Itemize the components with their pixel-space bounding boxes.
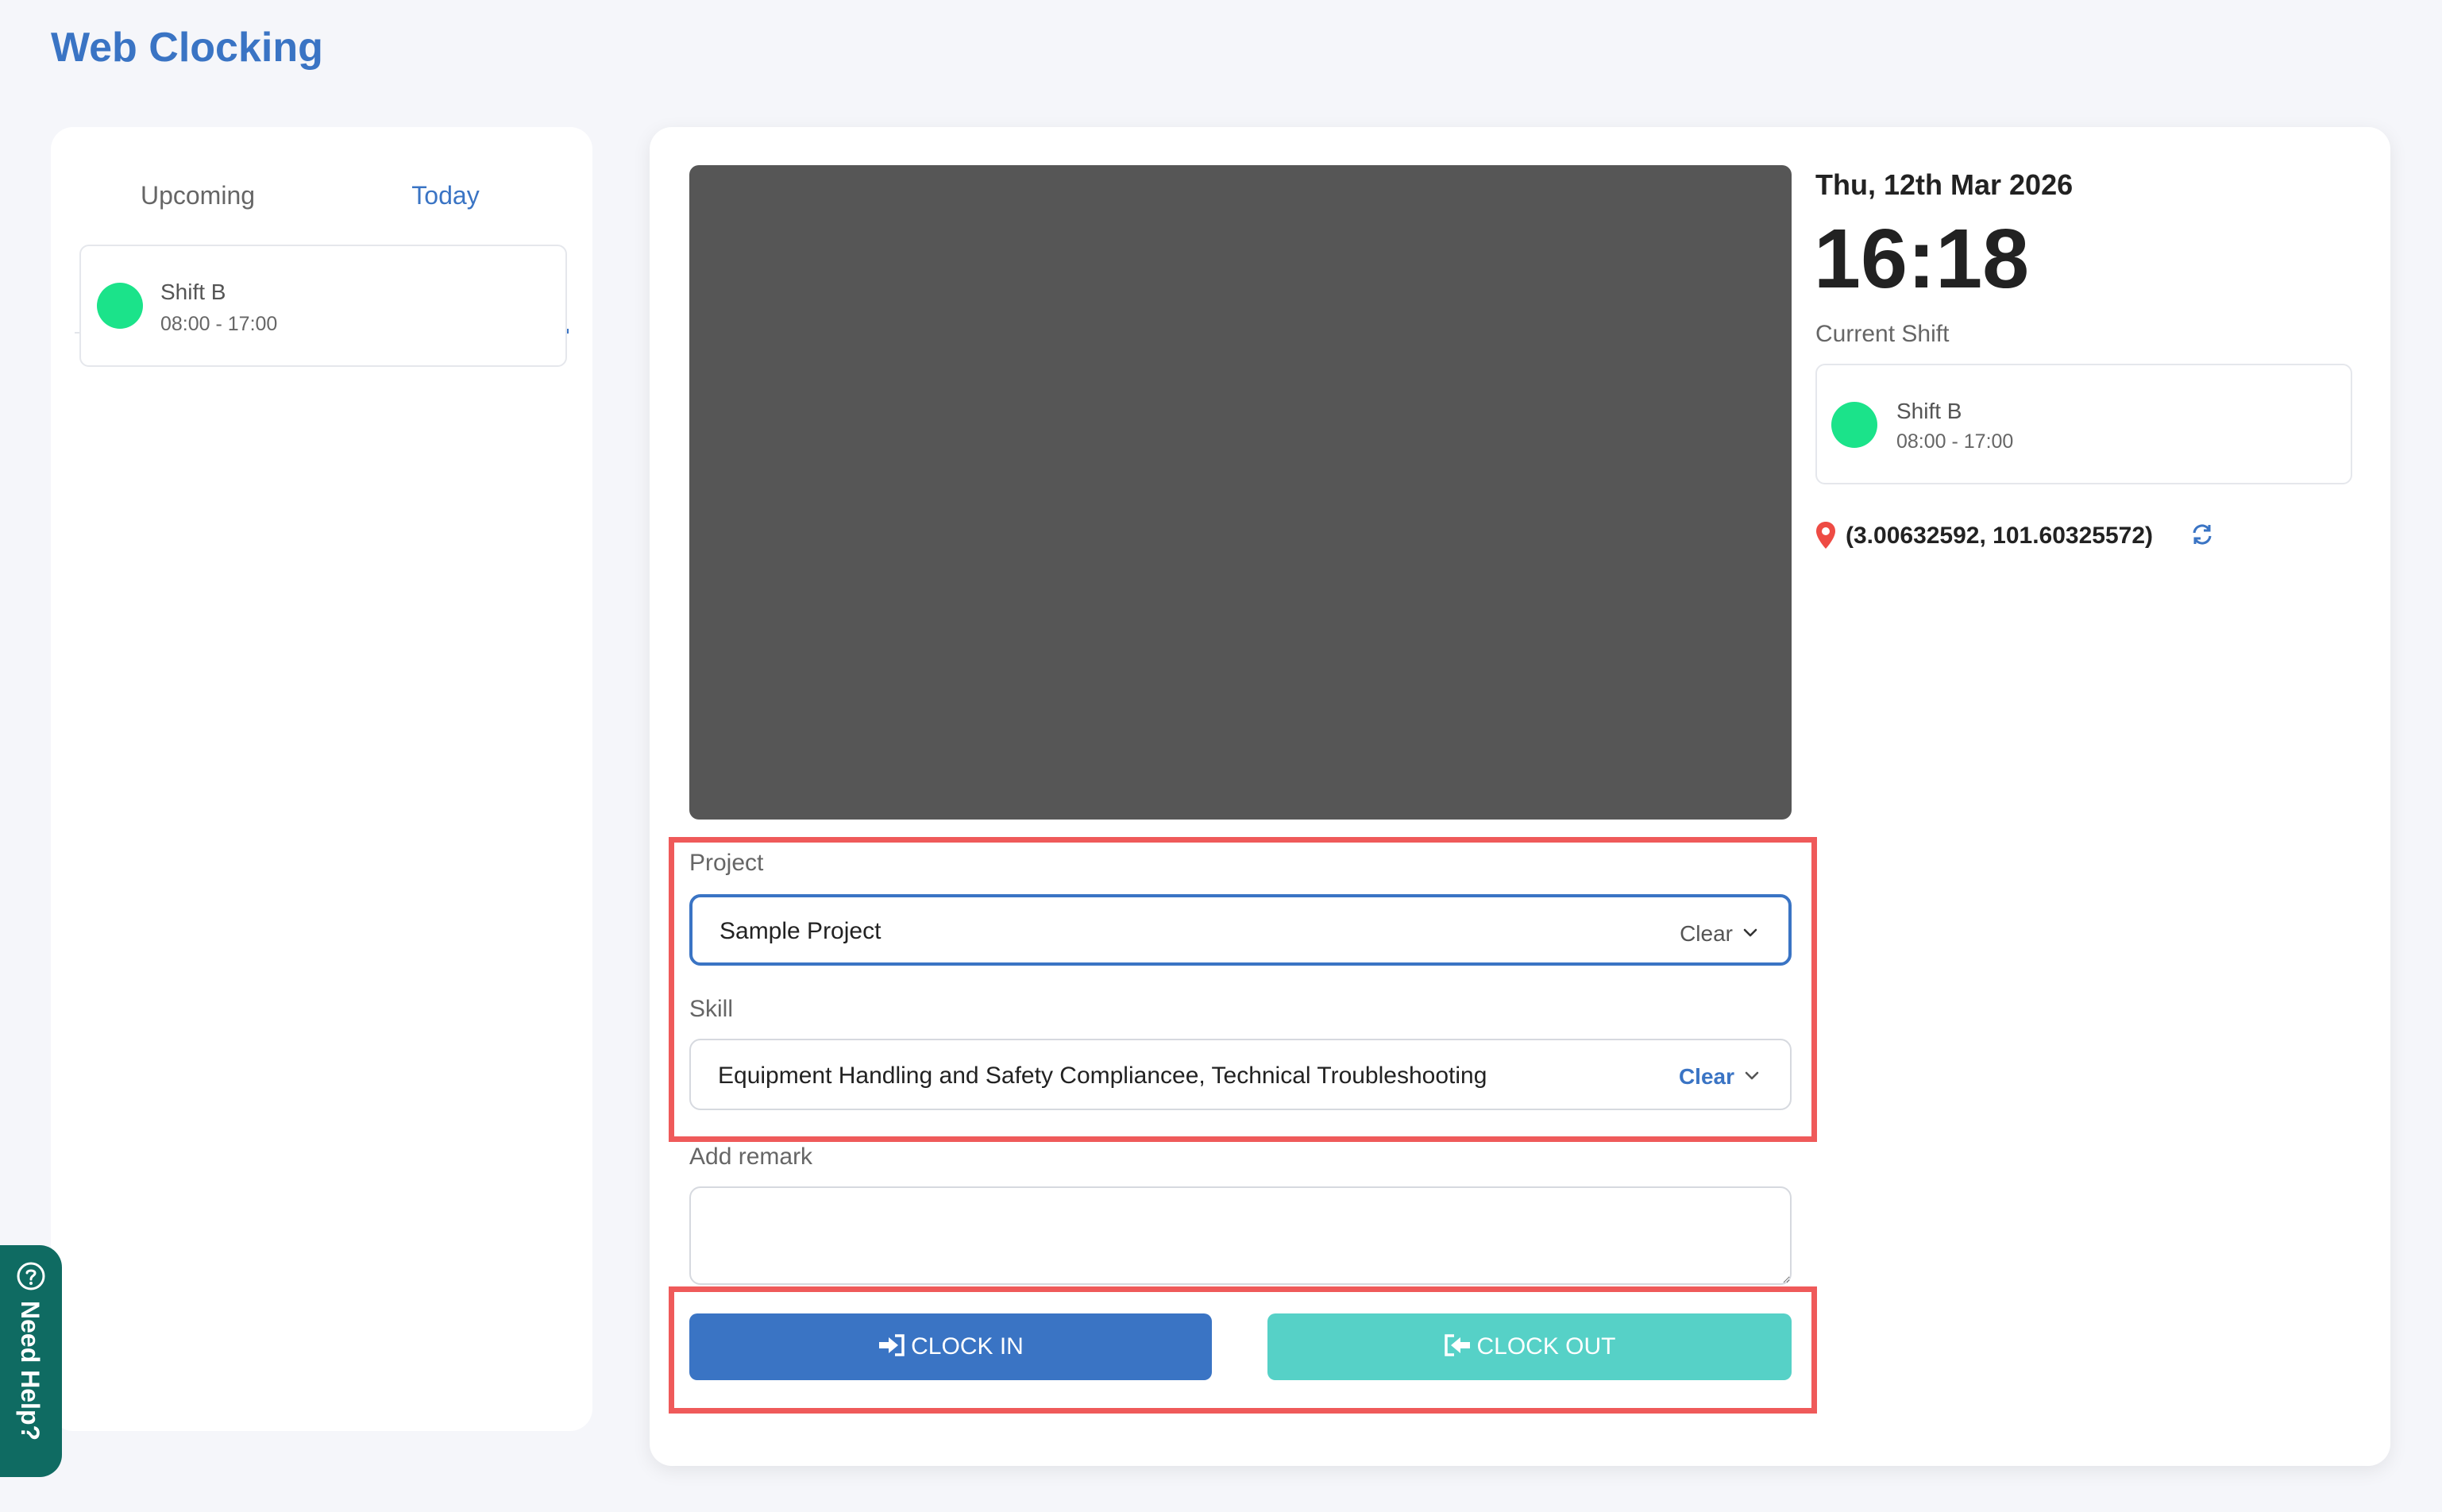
clock-out-label: CLOCK OUT — [1476, 1333, 1616, 1360]
clock-out-button[interactable]: CLOCK OUT — [1267, 1313, 1792, 1380]
shift-list-panel: Upcoming Today Shift B 08:00 - 17:00 — [51, 127, 592, 1431]
shift-name: Shift B — [160, 280, 226, 304]
map-pin-icon — [1816, 522, 1835, 549]
clock-in-button[interactable]: CLOCK IN — [689, 1313, 1212, 1380]
page-title: Web Clocking — [51, 25, 323, 71]
tab-upcoming-label: Upcoming — [140, 181, 256, 210]
tab-today-label: Today — [411, 181, 480, 210]
current-shift-time: 08:00 - 17:00 — [1896, 430, 2014, 453]
need-help-button[interactable]: Need Help? — [0, 1245, 62, 1477]
clocking-panel: Project Sample Project Clear Skill Equip… — [650, 127, 2390, 1466]
project-label: Project — [689, 850, 764, 876]
chevron-down-icon[interactable] — [1741, 923, 1760, 942]
skill-label: Skill — [689, 996, 734, 1022]
current-shift-name: Shift B — [1896, 399, 1962, 423]
location-coordinates: (3.00632592, 101.60325572) — [1846, 523, 2154, 549]
skill-value: Equipment Handling and Safety Compliance… — [718, 1063, 1487, 1089]
camera-preview — [689, 165, 1792, 820]
project-select[interactable]: Sample Project Clear — [689, 894, 1792, 966]
project-value: Sample Project — [719, 918, 882, 944]
help-circle-icon — [17, 1262, 45, 1290]
remark-label: Add remark — [689, 1144, 813, 1170]
clock-in-label: CLOCK IN — [911, 1333, 1024, 1360]
project-clear-button[interactable]: Clear — [1680, 921, 1733, 947]
current-date: Thu, 12th Mar 2026 — [1815, 168, 2074, 201]
sign-out-icon — [1445, 1334, 1471, 1356]
need-help-label: Need Help? — [16, 1301, 44, 1441]
shift-list-item[interactable]: Shift B 08:00 - 17:00 — [79, 245, 567, 367]
shift-status-dot — [97, 283, 143, 329]
shift-time: 08:00 - 17:00 — [160, 313, 278, 335]
current-time: 16:18 — [1814, 212, 2030, 306]
refresh-icon[interactable] — [2190, 523, 2214, 546]
shift-status-dot — [1831, 402, 1877, 448]
current-shift-card: Shift B 08:00 - 17:00 — [1815, 364, 2352, 484]
current-shift-label: Current Shift — [1815, 321, 1950, 347]
remark-input[interactable] — [689, 1186, 1792, 1285]
sign-in-icon — [879, 1334, 905, 1356]
chevron-down-icon[interactable] — [1742, 1066, 1761, 1085]
skill-clear-button[interactable]: Clear — [1679, 1064, 1734, 1090]
skill-select[interactable]: Equipment Handling and Safety Compliance… — [689, 1039, 1792, 1110]
